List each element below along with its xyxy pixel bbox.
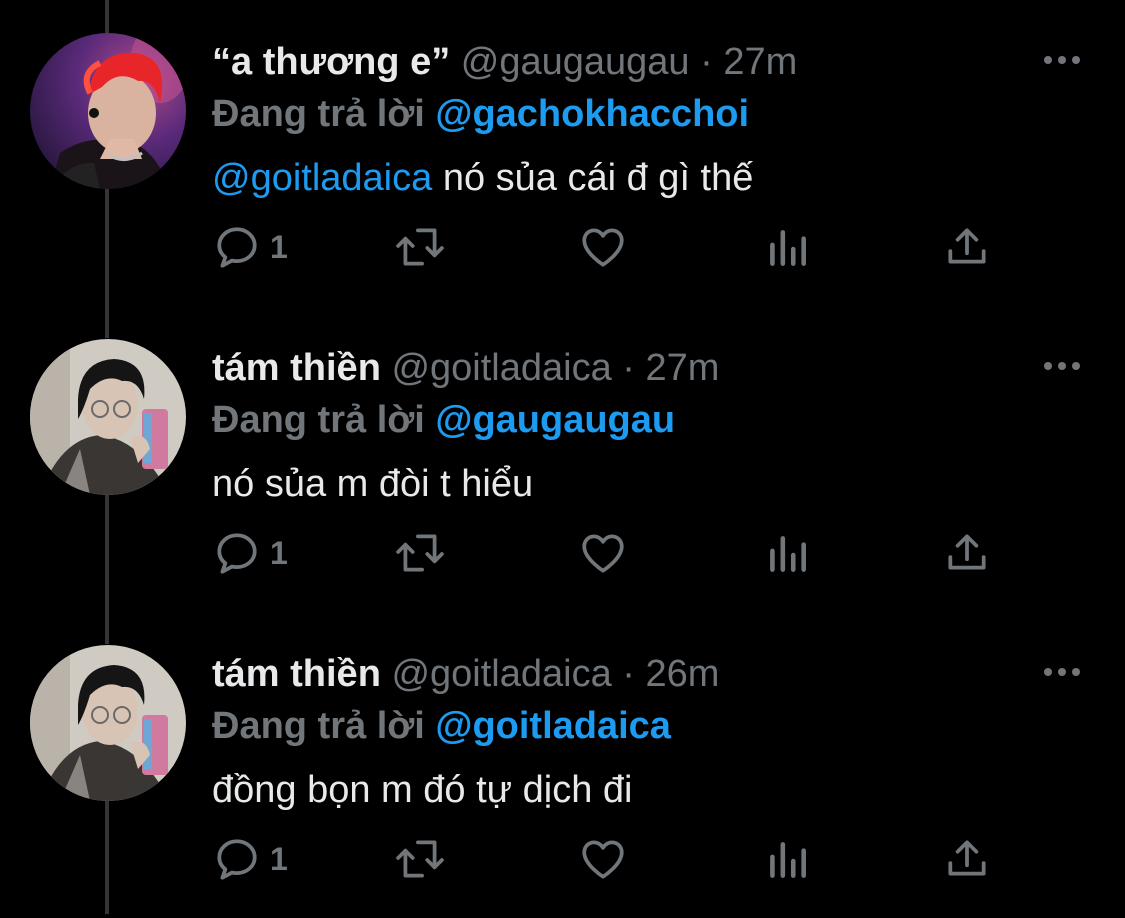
reply-icon — [217, 533, 257, 574]
mirror-selfie-avatar — [30, 645, 186, 801]
views-icon — [770, 230, 806, 266]
share-button[interactable] — [942, 222, 992, 272]
replying-to-handle[interactable]: @gaugaugau — [435, 399, 675, 441]
like-button[interactable] — [578, 528, 628, 578]
replying-to-handle[interactable]: @goitladaica — [435, 705, 671, 747]
replying-to-handle[interactable]: @gachokhacchoi — [435, 93, 749, 135]
display-name[interactable]: tám thiền — [212, 653, 381, 695]
tweet-body: nó sủa m đòi t hiểu — [212, 463, 534, 505]
avatar[interactable] — [30, 645, 186, 801]
more-icon[interactable] — [1040, 354, 1084, 378]
display-name[interactable]: tám thiền — [212, 347, 381, 389]
avatar[interactable] — [30, 33, 186, 189]
retweet-icon — [396, 840, 444, 878]
share-button[interactable] — [942, 528, 992, 578]
share-icon — [948, 840, 986, 876]
retweet-icon — [396, 228, 444, 266]
views-button[interactable] — [762, 834, 812, 884]
handle[interactable]: @goitladaica — [391, 653, 611, 695]
like-button[interactable] — [578, 834, 628, 884]
reply-button[interactable]: 1 — [212, 528, 288, 578]
replying-to-label: Đang trả lời — [212, 93, 425, 135]
share-icon — [948, 534, 986, 570]
views-button[interactable] — [762, 222, 812, 272]
replying-to: Đang trả lời @gachokhacchoi — [212, 88, 749, 140]
like-icon — [582, 840, 624, 879]
more-icon[interactable] — [1040, 48, 1084, 72]
reply-count: 1 — [270, 840, 288, 877]
separator: · — [700, 41, 713, 83]
tweet[interactable]: “a thương e” @gaugaugau · 27m Đang trả l… — [0, 0, 1125, 306]
like-icon — [582, 228, 624, 267]
views-icon — [770, 842, 806, 878]
timestamp[interactable]: 27m — [723, 41, 797, 83]
like-icon — [582, 534, 624, 573]
retweet-button[interactable] — [392, 222, 448, 272]
tweet-text: @goitladaica nó sủa cái đ gì thế — [212, 152, 753, 204]
mirror-selfie-avatar — [30, 339, 186, 495]
tweet-header: tám thiền @goitladaica · 26m — [212, 648, 719, 700]
tweet-header: tám thiền @goitladaica · 27m — [212, 342, 719, 394]
timestamp[interactable]: 27m — [646, 347, 720, 389]
reply-icon — [217, 227, 257, 268]
avatar[interactable] — [30, 339, 186, 495]
tweet-text: nó sủa m đòi t hiểu — [212, 458, 533, 510]
separator: · — [622, 653, 635, 695]
views-button[interactable] — [762, 528, 812, 578]
retweet-button[interactable] — [392, 834, 448, 884]
tweet[interactable]: tám thiền @goitladaica · 26m Đang trả lờ… — [0, 612, 1125, 918]
replying-to-label: Đang trả lời — [212, 399, 425, 441]
reply-count: 1 — [270, 534, 288, 571]
timestamp[interactable]: 26m — [646, 653, 720, 695]
red-hair-performer-avatar — [30, 33, 186, 189]
replying-to-label: Đang trả lời — [212, 705, 425, 747]
share-icon — [948, 228, 986, 264]
tweet[interactable]: tám thiền @goitladaica · 27m Đang trả lờ… — [0, 306, 1125, 612]
display-name[interactable]: “a thương e” — [212, 41, 450, 83]
more-icon[interactable] — [1040, 660, 1084, 684]
replying-to: Đang trả lời @gaugaugau — [212, 394, 675, 446]
tweet-header: “a thương e” @gaugaugau · 27m — [212, 36, 797, 88]
reply-icon — [217, 839, 257, 880]
retweet-button[interactable] — [392, 528, 448, 578]
replying-to: Đang trả lời @goitladaica — [212, 700, 671, 752]
handle[interactable]: @goitladaica — [391, 347, 611, 389]
tweet-text: đồng bọn m đó tự dịch đi — [212, 764, 633, 816]
mention-link[interactable]: @goitladaica — [212, 157, 432, 199]
reply-button[interactable]: 1 — [212, 834, 288, 884]
share-button[interactable] — [942, 834, 992, 884]
views-icon — [770, 536, 806, 572]
like-button[interactable] — [578, 222, 628, 272]
separator: · — [622, 347, 635, 389]
handle[interactable]: @gaugaugau — [461, 41, 690, 83]
tweet-body: đồng bọn m đó tự dịch đi — [212, 769, 633, 811]
tweet-body: nó sủa cái đ gì thế — [442, 157, 754, 199]
reply-button[interactable]: 1 — [212, 222, 288, 272]
retweet-icon — [396, 534, 444, 572]
reply-count: 1 — [270, 228, 288, 265]
